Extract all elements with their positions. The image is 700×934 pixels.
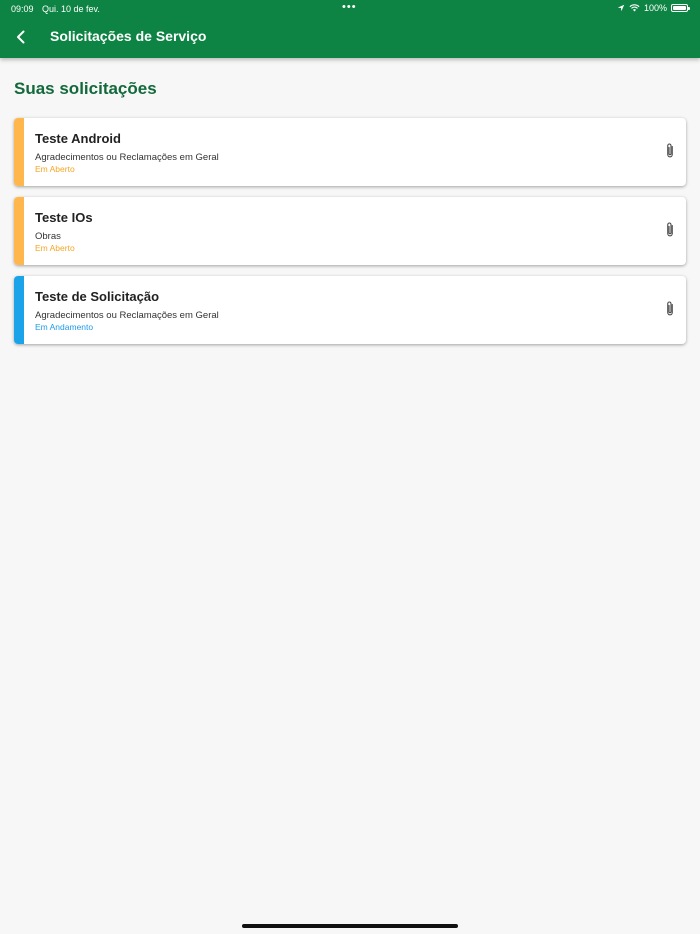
paperclip-icon[interactable] xyxy=(664,221,676,239)
section-title: Suas solicitações xyxy=(14,79,157,98)
request-title: Teste de Solicitação xyxy=(35,289,160,304)
request-status: Em Andamento xyxy=(35,322,94,332)
request-category: Obras xyxy=(35,231,61,242)
app-bar: 09:09 Qui. 10 de fev. ••• 100% Solicitaç… xyxy=(0,0,700,58)
status-stripe xyxy=(14,197,24,265)
request-category: Agradecimentos ou Reclamações em Geral xyxy=(35,310,219,321)
status-stripe xyxy=(14,118,24,186)
status-time: 09:09 xyxy=(11,4,34,14)
status-bar: 09:09 Qui. 10 de fev. ••• 100% xyxy=(0,0,700,18)
request-card[interactable]: Teste IOs Obras Em Aberto xyxy=(14,197,686,265)
chevron-left-icon xyxy=(17,30,25,44)
request-status: Em Aberto xyxy=(35,164,75,174)
request-category: Agradecimentos ou Reclamações em Geral xyxy=(35,152,219,163)
request-card[interactable]: Teste de Solicitação Agradecimentos ou R… xyxy=(14,276,686,344)
status-stripe xyxy=(14,276,24,344)
request-list: Teste Android Agradecimentos ou Reclamaç… xyxy=(14,118,686,355)
location-icon xyxy=(617,4,625,12)
battery-icon xyxy=(671,4,690,12)
request-title: Teste IOs xyxy=(35,210,93,225)
wifi-icon xyxy=(629,4,640,12)
paperclip-icon[interactable] xyxy=(664,142,676,160)
paperclip-icon[interactable] xyxy=(664,300,676,318)
request-status: Em Aberto xyxy=(35,243,75,253)
status-date: Qui. 10 de fev. xyxy=(42,4,100,14)
battery-percent: 100% xyxy=(643,3,667,13)
home-indicator[interactable] xyxy=(242,924,458,928)
multitasking-dots[interactable]: ••• xyxy=(342,1,357,13)
page-title: Solicitações de Serviço xyxy=(50,28,207,44)
back-button[interactable] xyxy=(10,26,32,48)
status-indicators: 100% xyxy=(617,3,690,13)
request-title: Teste Android xyxy=(35,131,121,146)
request-card[interactable]: Teste Android Agradecimentos ou Reclamaç… xyxy=(14,118,686,186)
